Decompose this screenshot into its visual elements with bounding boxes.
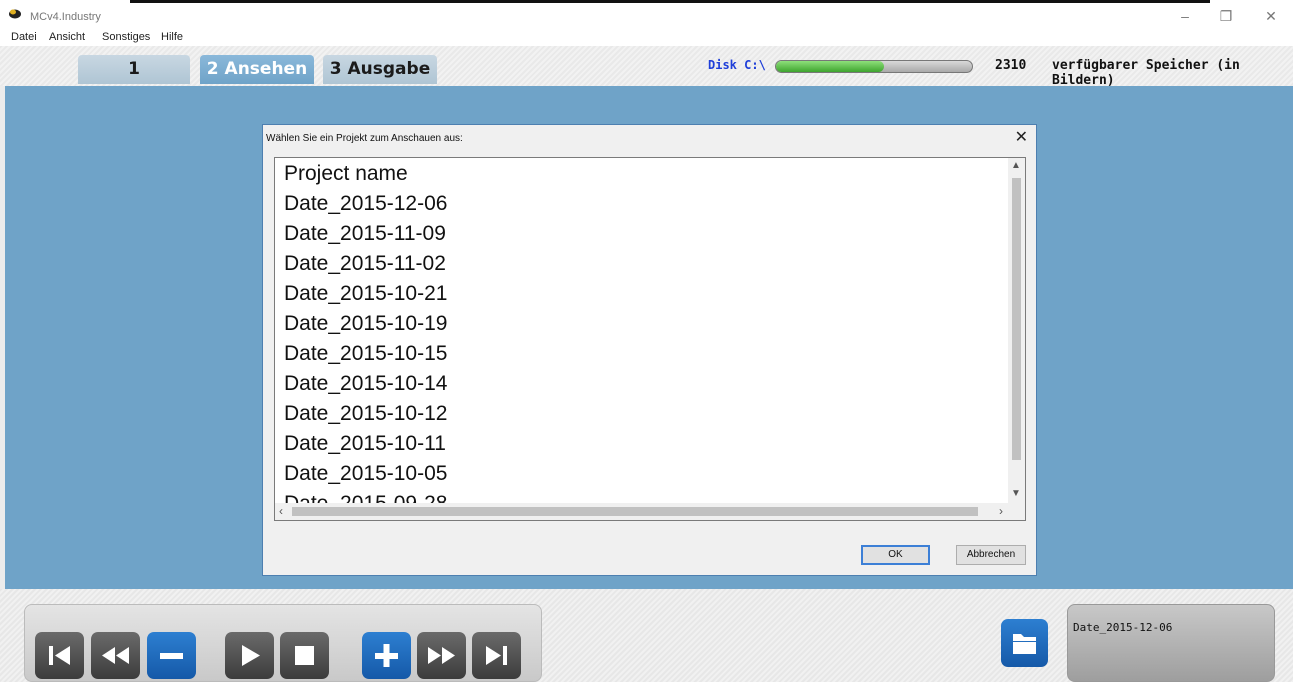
folder-icon (1013, 634, 1036, 654)
play-button[interactable] (225, 632, 274, 679)
scroll-down-icon[interactable]: ▼ (1011, 488, 1021, 499)
rewind-button[interactable] (91, 632, 140, 679)
project-list-item[interactable]: Date_2015-10-19 (284, 312, 447, 336)
tab-aufnahme[interactable]: 1 Aufnahme (78, 55, 190, 108)
current-project-name: Date_2015-12-06 (1073, 621, 1173, 634)
project-list-item[interactable]: Date_2015-10-05 (284, 462, 447, 486)
horizontal-scroll-thumb[interactable] (292, 507, 978, 516)
vertical-scrollbar[interactable]: ▲ ▼ (1008, 158, 1025, 504)
skip-to-start-icon (49, 646, 70, 665)
ok-button[interactable]: OK (861, 545, 930, 565)
project-list-item[interactable]: Date_2015-10-11 (284, 432, 446, 456)
menu-bar: Datei Ansicht Sonstiges Hilfe (0, 30, 1293, 46)
skip-to-start-button[interactable] (35, 632, 84, 679)
dialog-close-button[interactable]: ✕ (1015, 127, 1028, 147)
disk-usage-fill (776, 61, 884, 72)
title-bar: MCv4.Industry – ❐ ✕ (0, 0, 1293, 32)
horizontal-scrollbar[interactable]: ‹ › (275, 503, 1025, 520)
project-list-item[interactable]: Date_2015-12-06 (284, 192, 447, 216)
project-list-item[interactable]: Date_2015-10-15 (284, 342, 447, 366)
stop-icon (295, 646, 314, 665)
project-list-item[interactable]: Date_2015-11-09 (284, 222, 446, 246)
project-list-item[interactable]: Date_2015-10-14 (284, 372, 447, 396)
current-project-panel: Date_2015-12-06 (1067, 604, 1275, 682)
window-title: MCv4.Industry (30, 11, 101, 23)
tab-ausgabe[interactable]: 3 Ausgabe (323, 55, 437, 84)
project-select-dialog: Wählen Sie ein Projekt zum Anschauen aus… (262, 124, 1037, 576)
fast-forward-icon (428, 647, 455, 664)
rewind-icon (102, 647, 129, 664)
project-list-item[interactable]: Date_2015-11-02 (284, 252, 446, 276)
skip-to-end-icon (486, 646, 507, 665)
skip-to-end-button[interactable] (472, 632, 521, 679)
play-icon (242, 645, 260, 666)
fast-forward-button[interactable] (417, 632, 466, 679)
app-logo-icon (9, 9, 21, 19)
scroll-left-icon[interactable]: ‹ (279, 504, 283, 518)
menu-ansicht[interactable]: Ansicht (49, 31, 85, 43)
scroll-right-icon[interactable]: › (999, 504, 1003, 518)
scroll-up-icon[interactable]: ▲ (1011, 160, 1021, 171)
vertical-scroll-thumb[interactable] (1012, 178, 1021, 460)
plus-icon (375, 644, 398, 667)
open-folder-button[interactable] (1001, 619, 1048, 667)
stop-button[interactable] (280, 632, 329, 679)
cancel-button[interactable]: Abbrechen (956, 545, 1026, 565)
available-storage-label: verfügbarer Speicher (in Bildern) (1052, 58, 1240, 88)
available-count: 2310 (995, 58, 1027, 73)
minus-button[interactable] (147, 632, 196, 679)
project-list-item[interactable]: Date_2015-10-12 (284, 402, 447, 426)
menu-sonstiges[interactable]: Sonstiges (102, 31, 150, 43)
tab-ansehen[interactable]: 2 Ansehen (200, 55, 314, 84)
plus-button[interactable] (362, 632, 411, 679)
disk-usage-bar (775, 60, 973, 73)
list-header-item[interactable]: Project name (284, 162, 408, 186)
maximize-button[interactable]: ❐ (1211, 6, 1241, 26)
title-accent-line (130, 0, 1210, 3)
menu-datei[interactable]: Datei (11, 31, 37, 43)
dialog-title: Wählen Sie ein Projekt zum Anschauen aus… (266, 133, 463, 144)
project-list[interactable]: Project name Date_2015-12-06 Date_2015-11-… (274, 157, 1026, 521)
minus-icon (160, 653, 183, 659)
menu-hilfe[interactable]: Hilfe (161, 31, 183, 43)
project-list-item[interactable]: Date_2015-10-21 (284, 282, 447, 306)
playback-panel (24, 604, 542, 682)
minimize-button[interactable]: – (1170, 6, 1200, 26)
disk-label: Disk C:\ (708, 58, 766, 72)
close-window-button[interactable]: ✕ (1256, 6, 1286, 26)
